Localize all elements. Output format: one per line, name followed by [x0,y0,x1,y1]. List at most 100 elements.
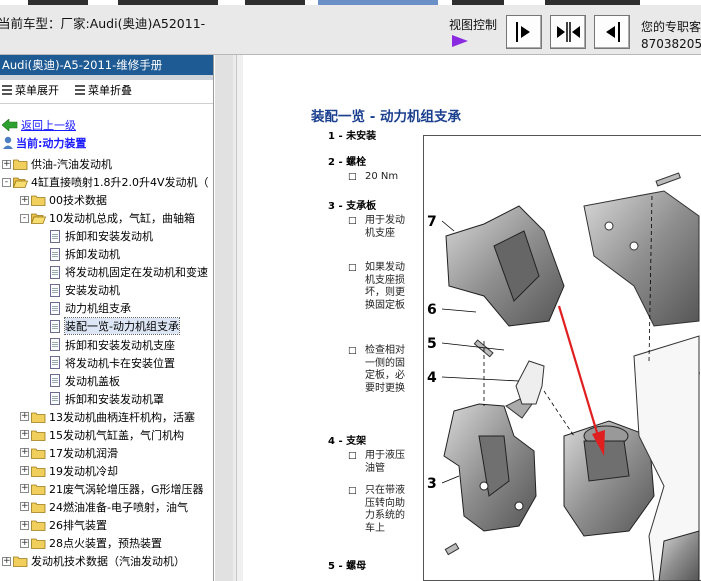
current-location: 当前:动力装置 [2,135,86,151]
document-icon [50,301,60,315]
expand-icon[interactable]: + [20,538,29,548]
figure-label: 5 [427,336,437,352]
content-border [236,55,243,581]
tree-item[interactable]: 将发动机卡在安装位置 [50,354,175,372]
top-tab[interactable] [245,0,305,5]
view-control-label: 视图控制 [449,18,498,32]
current-location-label: 当前:动力装置 [16,137,87,150]
tree-item-label: 安装发动机 [65,284,120,298]
legend-heading: 5 - 螺母 [328,561,367,572]
expand-icon[interactable]: + [20,430,29,440]
tree-item[interactable]: - 4缸直接喷射1.8升2.0升4V发动机（ [2,173,209,191]
view-split-button[interactable] [550,15,586,49]
legend-text: 如果发动机支座损坏，则更换固定板 [365,262,405,311]
legend-heading: 1 - 未安装 [328,131,377,142]
tree-item[interactable]: +21废气涡轮增压器，G形增压器 [20,480,204,498]
document-icon [50,319,60,333]
expand-icon[interactable]: + [20,502,29,512]
document-icon [50,374,60,388]
document-icon [50,338,60,351]
tree-item-label: 将发动机固定在发动机和变速 [65,266,208,280]
tree-item[interactable]: - 10发动机总成，气缸，曲轴箱 [20,209,195,227]
collapse-icon[interactable]: - [2,177,11,187]
folder-icon [31,448,46,459]
tree-item[interactable]: 拆卸和安装发动机罩 [50,390,164,408]
play-icon[interactable] [451,34,469,48]
document-icon [50,265,60,279]
folder-icon [31,466,46,477]
folder-open-icon [13,177,28,188]
top-tab[interactable] [545,0,640,5]
contact-info: 您的专职客 87038205 [641,19,701,53]
tree-item[interactable]: 拆卸发动机 [50,245,120,263]
tree-item[interactable]: 将发动机固定在发动机和变速 [50,263,208,281]
expand-icon[interactable]: + [20,448,29,458]
folder-icon [31,430,46,441]
back-link[interactable]: 返回上一级 [21,117,76,133]
panel-splitter[interactable] [215,55,236,581]
document-title: 装配一览 - 动力机组支承 [311,109,462,125]
tree-item[interactable]: 动力机组支承 [50,299,131,317]
bullet-icon: □ [348,346,357,356]
assembly-figure: 7 6 5 4 3 [423,135,701,581]
tree-item-label: 发动机技术数据（汽油发动机） [31,555,185,569]
collapse-menu-button[interactable]: 菜单折叠 [75,80,132,100]
expand-icon[interactable]: + [2,556,11,566]
arrow-right-icon [516,22,530,42]
tree-item[interactable]: +17发动机润滑 [20,444,118,462]
legend-heading: 4 - 支架 [328,436,367,447]
tree-item[interactable]: + 发动机技术数据（汽油发动机） [2,552,185,570]
view-expand-left-button[interactable] [594,15,630,49]
tree-item[interactable]: +26排气装置 [20,516,107,534]
tree-item[interactable]: +00技术数据 [20,191,107,209]
figure-label: 4 [427,370,437,386]
expand-icon[interactable]: + [20,520,29,530]
legend-heading: 3 - 支承板 [328,201,377,212]
contact-line: 您的专职客 [641,20,701,34]
tree-item[interactable]: +19发动机冷却 [20,462,118,480]
expand-icon[interactable]: + [20,195,29,205]
document-icon [50,247,60,261]
document-icon [50,356,60,370]
top-tab[interactable] [28,0,88,5]
tree-item[interactable]: +24燃油准备-电子喷射，油气 [20,498,188,516]
tree-item[interactable]: 发动机盖板 [50,372,120,390]
collapse-menu-label: 菜单折叠 [88,84,132,97]
back-row[interactable]: 返回上一级 [2,117,76,133]
top-strip [0,0,701,5]
expand-icon[interactable]: + [20,484,29,494]
document-icon [50,392,60,406]
legend-text: 用于液压油管 [365,450,405,474]
figure-label: 3 [427,476,437,492]
tree-item-label: 17发动机润滑 [49,446,118,460]
tree-item[interactable]: 装配一览-动力机组支承 [50,317,180,336]
tree-item[interactable]: +28点火装置，预热装置 [20,534,162,552]
tree-item-label: 19发动机冷却 [49,464,118,478]
tree-item-label: 00技术数据 [49,194,107,208]
tree-item-label: 10发动机总成，气缸，曲轴箱 [49,212,195,226]
expand-icon[interactable]: + [2,159,11,169]
arrows-inward-icon [557,22,580,42]
view-expand-right-button[interactable] [506,15,542,49]
tree-item[interactable]: +13发动机曲柄连杆机构，活塞 [20,408,195,426]
tree-item[interactable]: 安装发动机 [50,281,120,299]
tree-item[interactable]: +15发动机气缸盖，气门机构 [20,426,184,444]
top-tab[interactable] [452,0,504,5]
tree-item-label: 拆卸和安装发动机 [65,230,153,244]
collapse-icon[interactable]: - [20,213,29,223]
legend-text: 检查相对一侧的固定板，必要时更换 [365,345,405,394]
tree-item[interactable]: 拆卸和安装发动机 [50,227,153,245]
top-tab[interactable] [318,0,438,5]
tree-item-label: 供油-汽油发动机 [31,158,112,171]
legend-text: 用于发动机支座 [365,215,405,239]
tree-item[interactable]: + 供油-汽油发动机 [2,155,112,173]
tree-item-label: 13发动机曲柄连杆机构，活塞 [49,410,195,424]
expand-menu-button[interactable]: 菜单展开 [2,80,59,100]
tree-item[interactable]: 拆卸和安装发动机支座 [50,336,175,354]
top-tab[interactable] [118,0,218,5]
tree-item-label: 将发动机卡在安装位置 [65,356,175,370]
folder-icon [31,520,46,531]
expand-icon[interactable]: + [20,412,29,422]
expand-icon[interactable]: + [20,466,29,476]
navigation-panel: Audi(奥迪)-A5-2011-维修手册 菜单展开 菜单折叠 返回上一级 当前… [0,55,214,581]
